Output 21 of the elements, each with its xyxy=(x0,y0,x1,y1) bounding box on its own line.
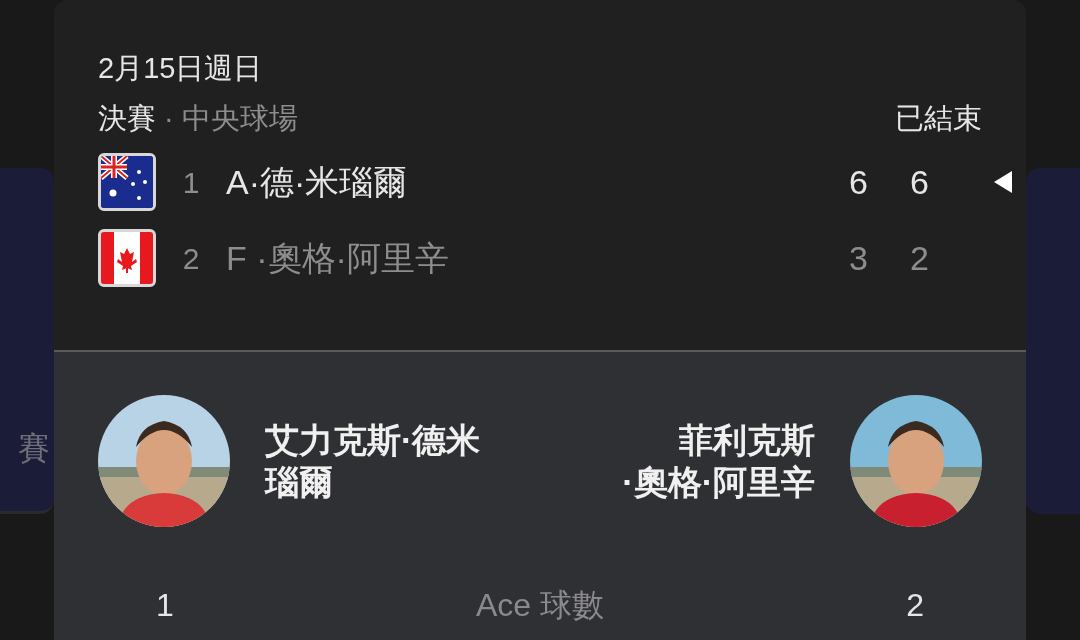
set-score: 6 xyxy=(848,161,869,203)
match-status: 已結束 xyxy=(895,101,982,136)
stat-value: 1 xyxy=(155,586,175,625)
stat-label: Ace 球數 xyxy=(476,586,604,625)
seed-number: 2 xyxy=(181,240,201,277)
player-full-name: 菲利克斯 ·奧格·阿里辛 xyxy=(622,420,815,503)
set-score: 3 xyxy=(848,237,869,279)
flag-icon xyxy=(98,153,156,211)
set-score: 2 xyxy=(909,237,930,279)
match-date: 2月15日週日 xyxy=(98,51,264,86)
background-label: 賽 xyxy=(18,429,50,468)
separator-dot: · xyxy=(164,101,174,136)
flag-icon xyxy=(98,229,156,287)
player-full-name: 艾力克斯·德米 瑙爾 xyxy=(265,420,481,503)
player-name: F ·奧格·阿里辛 xyxy=(226,237,450,279)
set-score: 6 xyxy=(909,161,930,203)
court-label: 中央球場 xyxy=(181,101,298,136)
round-label: 決賽 xyxy=(98,101,156,136)
seed-number: 1 xyxy=(181,164,201,201)
stat-value: 2 xyxy=(905,586,925,625)
player-name: A·德·米瑙爾 xyxy=(226,161,409,203)
